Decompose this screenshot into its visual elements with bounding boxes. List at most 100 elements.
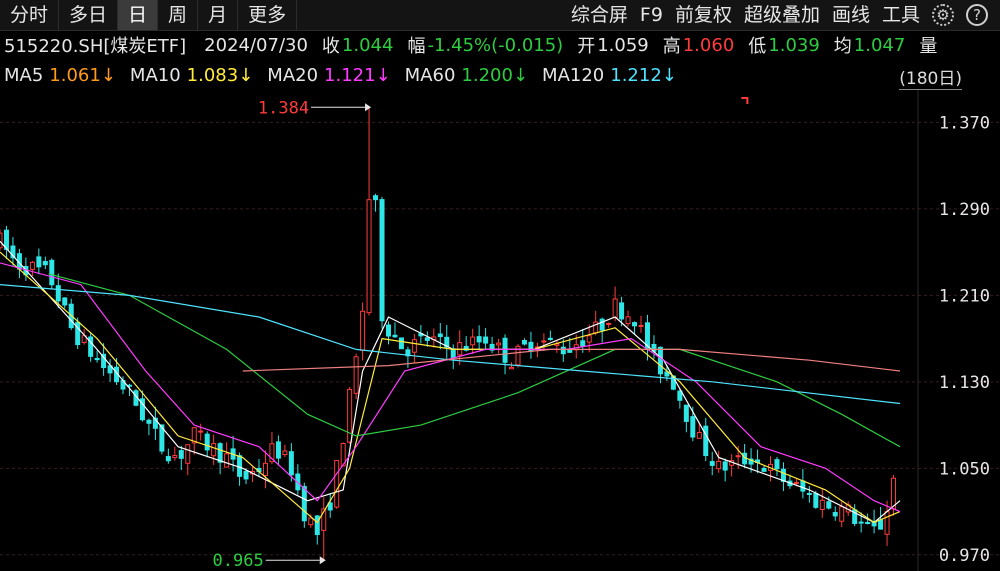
candle-body (612, 298, 618, 319)
ma-label-0: MA5 (4, 64, 44, 86)
candle-body (761, 467, 767, 472)
quote-date: 2024/07/30 (204, 34, 308, 56)
candle-body (314, 515, 320, 536)
tab-0[interactable]: 分时 (0, 0, 60, 30)
range-selector[interactable]: (180日) (899, 64, 962, 90)
tool-button-4[interactable]: 画线 (826, 0, 876, 30)
candle-body (502, 337, 508, 363)
marker-icon (741, 97, 749, 104)
candle-body (334, 460, 340, 508)
candle-body (379, 199, 385, 322)
period-toolbar: 分时 多日日周月更多 综合屏 F9 前复权 超级叠加 画线 工具 ⚙ ? (0, 0, 1000, 31)
candle-body (437, 333, 443, 338)
tab-5[interactable]: 更多 (238, 0, 298, 30)
candle-body (735, 455, 741, 458)
candle-body (55, 285, 61, 302)
change-label: 幅 (407, 36, 426, 57)
y-tick-label: 1.130 (939, 373, 990, 393)
close-value: 1.044 (341, 34, 394, 56)
gear-icon[interactable]: ⚙ (932, 4, 954, 26)
tool-button-3[interactable]: 超级叠加 (738, 0, 826, 30)
ma-value-0: 1.061↓ (49, 64, 116, 86)
candle-body (722, 461, 728, 471)
ma-label-4: MA120 (542, 64, 605, 86)
candlestick-chart[interactable]: 1.370 1.290 1.210 1.130 1.050 0.970 1.384 0.965 (0, 90, 1000, 571)
annotation-max: 1.384 (258, 98, 309, 118)
candle-body (586, 335, 592, 343)
candle-body (521, 340, 527, 345)
candle-body (800, 480, 806, 492)
low-value: 1.039 (768, 34, 820, 56)
candle-body (178, 450, 184, 459)
candle-body (839, 506, 845, 522)
candle-body (457, 342, 463, 356)
candle-body (243, 470, 249, 480)
candle-body (470, 336, 476, 346)
tab-1[interactable]: 多日 (59, 0, 119, 30)
candle-body (696, 432, 702, 439)
tool-menu: 综合屏 F9 前复权 超级叠加 画线 工具 ⚙ ? (565, 0, 1000, 30)
candle-body (541, 340, 547, 343)
tab-3[interactable]: 周 (158, 0, 199, 30)
avg-value: 1.047 (853, 34, 906, 56)
ma-line-ma120 (0, 284, 901, 405)
high-value: 1.060 (682, 34, 735, 56)
candle-body (165, 456, 171, 462)
candle-body (657, 346, 663, 375)
annotation-arrowhead (365, 103, 372, 112)
annotation-min: 0.965 (213, 551, 264, 571)
candle-body (547, 337, 553, 340)
candle-body (411, 339, 417, 353)
ma-line-ma10 (0, 251, 901, 524)
help-icon[interactable]: ? (966, 4, 988, 26)
candle-body (224, 453, 230, 468)
tool-button-5[interactable]: 工具 (876, 0, 926, 30)
candle-body (709, 461, 715, 466)
tool-button-0[interactable]: 综合屏 (565, 0, 634, 30)
candle-body (832, 512, 838, 517)
candle-body (826, 501, 832, 509)
quote-info-bar: 515220.SH[煤炭ETF] 2024/07/30 收 1.044 幅 -1… (0, 31, 1000, 59)
candle-body (774, 459, 780, 470)
tab-4[interactable]: 月 (198, 0, 239, 30)
candle-body (632, 322, 638, 327)
candle-body (198, 430, 204, 433)
candle-body (262, 462, 268, 476)
candle-body (813, 493, 819, 508)
high-label: 高 (662, 36, 681, 57)
candle-body (308, 517, 314, 526)
candle-body (373, 195, 379, 201)
candle-body (146, 419, 152, 424)
candle-body (690, 416, 696, 438)
candle-body (172, 455, 178, 459)
candle-body (560, 346, 566, 355)
candle-body (865, 521, 871, 524)
annotation-arrowhead (319, 556, 326, 565)
candle-body (567, 349, 573, 353)
candle-body (301, 486, 307, 522)
candle-body (619, 302, 625, 320)
ma-label-1: MA10 (129, 64, 181, 86)
candle-body (49, 259, 55, 286)
candle-body (62, 297, 68, 306)
y-tick-label: 1.370 (939, 113, 990, 133)
candle-body (94, 358, 100, 361)
close-label: 收 (321, 36, 340, 57)
tab-2[interactable]: 日 (118, 0, 159, 30)
tool-button-1[interactable]: F9 (634, 0, 669, 30)
candle-body (385, 324, 391, 337)
candle-body (185, 444, 191, 464)
candle-body (476, 336, 482, 343)
candle-body (217, 443, 223, 463)
ma-value-1: 1.083↓ (186, 64, 254, 86)
period-tabs: 分时 多日日周月更多 (0, 0, 298, 30)
candle-body (36, 256, 42, 268)
candle-body (204, 433, 210, 451)
tool-button-2[interactable]: 前复权 (669, 0, 738, 30)
candle-body (496, 342, 502, 346)
candle-body (237, 455, 243, 477)
ma-value-3: 1.200↓ (461, 64, 529, 86)
candle-body (392, 334, 398, 338)
open-label: 开 (577, 36, 596, 57)
ma-value-4: 1.212↓ (610, 64, 677, 86)
